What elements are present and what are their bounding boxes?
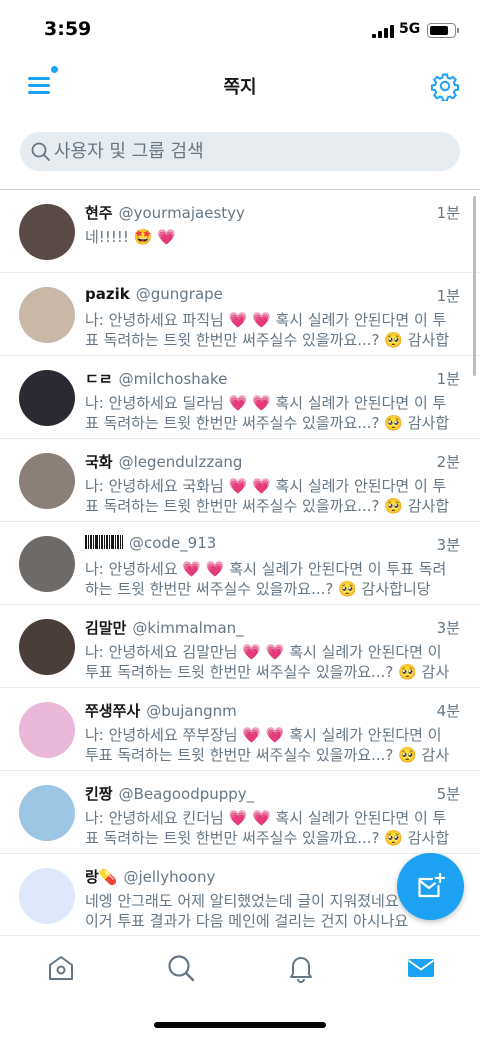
conversation-row[interactable]: 국화 @legendulzzang 2분 나: 안녕하세요 국화님 💗 💗 혹시 실…: [0, 439, 480, 522]
conversation-row[interactable]: 쭈생쭈사 @bujangnm 4분 나: 안녕하세요 쭈부장님 💗 💗 혹시 실례가…: [0, 688, 480, 771]
message-time: 1분: [436, 204, 460, 222]
conversation-row[interactable]: pazik @gungrape 1분 나: 안녕하세요 파직님 💗 💗 혹시 실례가…: [0, 273, 480, 356]
user-handle: @Beagoodpuppy_: [118, 785, 255, 803]
search-icon: [168, 955, 195, 982]
network-label: 5G: [399, 21, 421, 37]
settings-button[interactable]: [430, 71, 460, 102]
message-time: 5분: [436, 785, 460, 803]
bell-icon: [290, 957, 312, 983]
status-bar: 3:59 5G: [0, 0, 480, 60]
tab-messages[interactable]: [405, 952, 437, 984]
gear-icon: [430, 73, 460, 102]
signal-icon: [372, 25, 394, 38]
display-name: 현주: [85, 204, 113, 222]
notification-dot: [51, 66, 58, 73]
conversation-list: 현주 @yourmajaestyy 1분 네!!!!! 🤩 💗 pazik @gung…: [0, 190, 480, 935]
avatar: [19, 287, 75, 343]
user-handle: @bujangnm: [146, 702, 237, 720]
messages-screen: 3:59 5G 쪽지 사용자 및 그룹 검색 현주 @yourmajaestyy…: [0, 0, 480, 1039]
avatar: [19, 868, 75, 924]
message-preview: 나: 안녕하세요 김말만님 💗 💗 혹시 실례가 안된다면 이 투표 독려하는 …: [85, 643, 450, 681]
message-preview: 나: 안녕하세요 쭈부장님 💗 💗 혹시 실례가 안된다면 이 투표 독려하는 …: [85, 726, 450, 764]
conversation-row[interactable]: 현주 @yourmajaestyy 1분 네!!!!! 🤩 💗: [0, 190, 480, 273]
avatar: [19, 204, 75, 260]
conversation-row[interactable]: 김말만 @kimmalman_ 3분 나: 안녕하세요 김말만님 💗 💗 혹시 실례…: [0, 605, 480, 688]
new-message-button[interactable]: [397, 853, 464, 920]
avatar: [19, 785, 75, 841]
user-handle: @legendulzzang: [118, 453, 243, 471]
avatar: [19, 702, 75, 758]
display-name: 랑💊: [85, 868, 118, 886]
user-handle: @kimmalman_: [132, 619, 244, 637]
display-name: pazik: [85, 285, 130, 303]
avatar: [19, 370, 75, 426]
user-handle: @jellyhoony: [123, 868, 216, 886]
mail-icon: [407, 959, 435, 977]
conversation-row[interactable]: @code_913 3분 나: 안녕하세요 💗 💗 혹시 실례가 안된다면 이 투…: [0, 522, 480, 605]
avatar: [19, 536, 75, 592]
message-time: 1분: [436, 370, 460, 388]
avatar: [19, 453, 75, 509]
display-name: 국화: [85, 453, 113, 471]
display-name: ㄷㄹ: [85, 370, 113, 388]
user-handle: @gungrape: [135, 285, 223, 303]
message-time: 4분: [436, 702, 460, 720]
search-bar[interactable]: [20, 132, 460, 171]
message-preview: 나: 안녕하세요 킨더님 💗 💗 혹시 실례가 안된다면 이 투표 독려하는 트…: [85, 809, 450, 847]
search-input[interactable]: [54, 132, 444, 171]
message-preview: 나: 안녕하세요 파직님 💗 💗 혹시 실례가 안된다면 이 투표 독려하는 트…: [85, 311, 450, 349]
conversation-row[interactable]: ㄷㄹ @milchoshake 1분 나: 안녕하세요 딜라님 💗 💗 혹시 실례가…: [0, 356, 480, 439]
message-time: 3분: [436, 619, 460, 637]
tab-search[interactable]: [165, 952, 197, 984]
status-time: 3:59: [44, 18, 92, 40]
tab-notifications[interactable]: [285, 952, 317, 984]
message-preview: 나: 안녕하세요 💗 💗 혹시 실례가 안된다면 이 투표 독려하는 트윗 한번…: [85, 560, 447, 598]
message-preview: 나: 안녕하세요 딜라님 💗 💗 혹시 실례가 안된다면 이 투표 독려하는 트…: [85, 394, 450, 432]
top-bar: 쪽지: [0, 60, 480, 112]
conversation-row[interactable]: 킨짱 @Beagoodpuppy_ 5분 나: 안녕하세요 킨더님 💗 💗 혹시 실…: [0, 771, 480, 854]
display-name: 킨짱: [85, 785, 113, 803]
display-name: 쭈생쭈사: [85, 702, 141, 720]
avatar: [19, 619, 75, 675]
message-time: 2분: [436, 453, 460, 471]
barcode-name-icon: [85, 535, 123, 549]
search-icon: [31, 142, 50, 161]
message-time: 3분: [436, 536, 460, 554]
battery-icon: [427, 23, 459, 38]
compose-mail-icon: [418, 872, 446, 898]
user-handle: @milchoshake: [118, 370, 228, 388]
user-handle: @code_913: [129, 534, 217, 552]
display-name: 김말만: [85, 619, 127, 637]
home-icon: [49, 956, 73, 980]
message-time: 1분: [436, 287, 460, 305]
message-preview: 네!!!!! 🤩 💗: [85, 228, 176, 246]
user-handle: @yourmajaestyy: [118, 204, 245, 222]
tab-home[interactable]: [45, 952, 77, 984]
message-preview: 나: 안녕하세요 국화님 💗 💗 혹시 실례가 안된다면 이 투표 독려하는 트…: [85, 477, 450, 515]
page-title: 쪽지: [223, 77, 257, 98]
scrollbar[interactable]: [473, 196, 476, 376]
home-indicator[interactable]: [154, 1022, 326, 1028]
